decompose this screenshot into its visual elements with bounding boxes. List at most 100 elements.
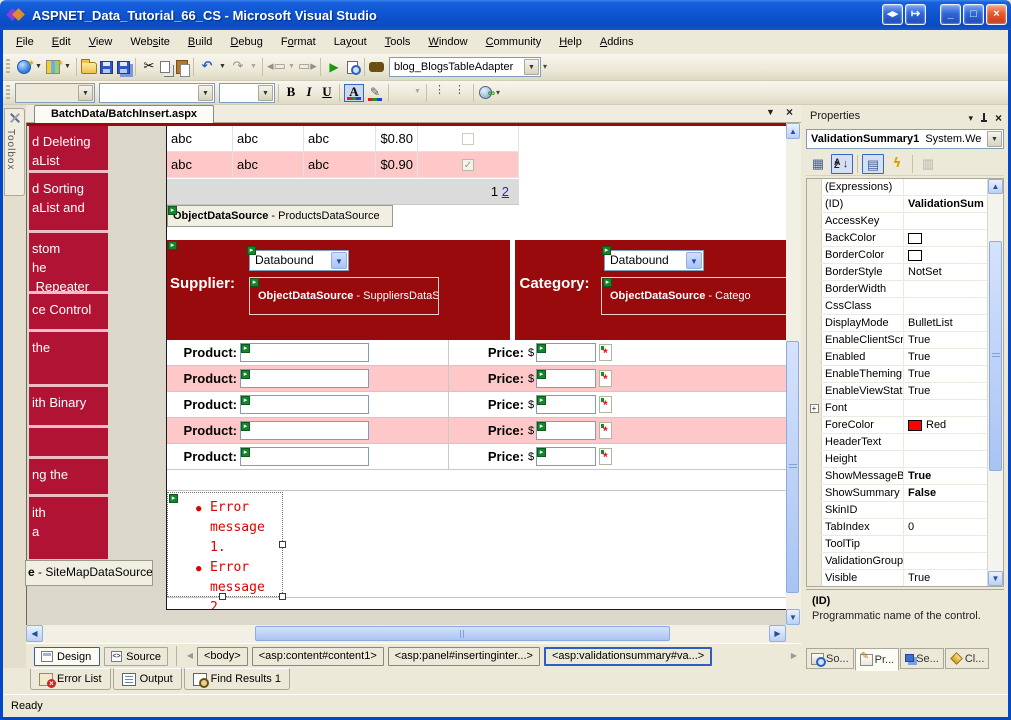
menu-item-debug[interactable]: Debug bbox=[221, 33, 271, 51]
toolbox-tab[interactable]: Toolbox bbox=[4, 108, 25, 196]
highlight-color-icon[interactable]: ✎ bbox=[366, 84, 384, 102]
scroll-down-icon[interactable]: ▼ bbox=[786, 609, 800, 625]
property-row[interactable]: + Font bbox=[807, 400, 1003, 417]
document-tab[interactable]: BatchData/BatchInsert.aspx bbox=[34, 105, 214, 123]
close-panel-icon[interactable]: × bbox=[995, 109, 1002, 127]
new-website-dropdown-icon[interactable]: ▼ bbox=[34, 59, 43, 76]
source-view-button[interactable]: <> Source bbox=[104, 647, 168, 666]
tag-navigator-item[interactable]: <asp:content#content1> bbox=[251, 647, 384, 666]
close-button[interactable]: × bbox=[986, 4, 1007, 25]
scrollbar-thumb[interactable] bbox=[255, 626, 670, 641]
italic-button[interactable]: I bbox=[301, 84, 317, 101]
property-grid[interactable]: (Expressions) (ID) ValidationSum AccessKey B… bbox=[806, 178, 1004, 587]
panel-tab-so[interactable]: So... bbox=[806, 648, 854, 669]
resize-handle[interactable] bbox=[219, 593, 226, 600]
products-datasource-control[interactable]: ObjectDataSource - ProductsDataSource bbox=[167, 205, 393, 227]
scroll-up-icon[interactable]: ▲ bbox=[786, 123, 800, 139]
smart-tag-icon[interactable]: ▸ bbox=[241, 396, 250, 405]
property-row[interactable]: Height bbox=[807, 451, 1003, 468]
resize-handle[interactable] bbox=[279, 593, 286, 600]
pager-page-link[interactable]: 2 bbox=[502, 184, 509, 199]
product-name-input[interactable]: ▸ bbox=[240, 421, 369, 440]
bold-button[interactable]: B bbox=[283, 84, 299, 101]
smart-tag-icon[interactable]: ▸ bbox=[168, 241, 177, 250]
menu-item-view[interactable]: View bbox=[80, 33, 122, 51]
undo-dropdown-icon[interactable]: ▼ bbox=[218, 59, 227, 76]
scroll-up-icon[interactable]: ▲ bbox=[988, 179, 1003, 194]
property-row[interactable]: EnableTheming True bbox=[807, 366, 1003, 383]
sidebar-nav-item[interactable]: d Deleting aList bbox=[29, 126, 108, 170]
scroll-right-icon[interactable]: ▶ bbox=[769, 625, 786, 642]
tag-navigator-item[interactable]: <asp:panel#insertinginter...> bbox=[387, 647, 540, 666]
property-row[interactable]: ShowSummary False bbox=[807, 485, 1003, 502]
scroll-down-icon[interactable]: ▼ bbox=[988, 571, 1003, 586]
smart-tag-icon[interactable]: ▸ bbox=[537, 344, 546, 353]
alphabetical-icon[interactable]: ↓ bbox=[831, 153, 853, 174]
scroll-left-icon[interactable]: ◀ bbox=[26, 625, 43, 642]
maximize-button[interactable]: □ bbox=[963, 4, 984, 25]
horizontal-scrollbar[interactable]: ◀ ▶ bbox=[26, 625, 786, 643]
tag-navigator-item[interactable]: <asp:validationsummary#va...> bbox=[543, 647, 713, 666]
redo-icon[interactable]: ↷ bbox=[229, 59, 247, 76]
resize-handle[interactable] bbox=[279, 541, 286, 548]
property-row[interactable]: ToolTip bbox=[807, 536, 1003, 553]
underline-button[interactable]: U bbox=[319, 84, 335, 101]
property-row[interactable]: ShowMessageBo True bbox=[807, 468, 1003, 485]
minimize-button[interactable]: _ bbox=[940, 4, 961, 25]
hyperlink-icon[interactable] bbox=[479, 86, 495, 102]
document-list-dropdown-icon[interactable]: ▼ bbox=[766, 107, 775, 117]
property-row[interactable]: DisplayMode BulletList bbox=[807, 315, 1003, 332]
property-row[interactable]: ForeColor Red bbox=[807, 417, 1003, 434]
sidebar-nav-item[interactable]: d Sorting aList and bbox=[29, 173, 108, 230]
property-row[interactable]: BorderColor bbox=[807, 247, 1003, 264]
menu-item-build[interactable]: Build bbox=[179, 33, 221, 51]
smart-tag-icon[interactable]: ▸ bbox=[241, 370, 250, 379]
smart-tag-icon[interactable]: ▸ bbox=[603, 278, 612, 287]
smart-tag-icon[interactable]: ▸ bbox=[247, 246, 256, 255]
cut-icon[interactable]: ✂ bbox=[140, 59, 158, 76]
smart-tag-icon[interactable]: ▸ bbox=[250, 278, 259, 287]
tool-tab-output[interactable]: Output bbox=[112, 668, 182, 690]
property-row[interactable]: TabIndex 0 bbox=[807, 519, 1003, 536]
menu-item-file[interactable]: File bbox=[7, 33, 43, 51]
menu-item-tools[interactable]: Tools bbox=[376, 33, 420, 51]
product-name-input[interactable]: ▸ bbox=[240, 369, 369, 388]
start-debug-icon[interactable]: ▶ bbox=[325, 59, 343, 76]
product-name-input[interactable]: ▸ bbox=[240, 447, 369, 466]
property-row[interactable]: BorderWidth bbox=[807, 281, 1003, 298]
smart-tag-icon[interactable]: ▸ bbox=[168, 206, 177, 215]
panel-tab-se[interactable]: Se... bbox=[900, 648, 944, 669]
toolbar-grip[interactable] bbox=[6, 84, 10, 101]
sidebar-nav-item[interactable]: ith Binary bbox=[29, 387, 108, 425]
smart-tag-icon[interactable]: ▸ bbox=[241, 448, 250, 457]
paste-icon[interactable] bbox=[176, 60, 190, 77]
smart-tag-icon[interactable]: ▸ bbox=[241, 344, 250, 353]
properties-panel-title[interactable]: Properties ▾ × bbox=[806, 107, 1004, 126]
window-position-icon[interactable]: ▾ bbox=[968, 109, 973, 127]
toolbar-overflow-icon[interactable]: ▾ bbox=[496, 86, 508, 100]
category-dropdown[interactable]: Databound ▼ bbox=[604, 250, 704, 271]
price-input[interactable]: ▸ bbox=[536, 421, 596, 440]
menu-item-window[interactable]: Window bbox=[419, 33, 476, 51]
panel-tab-cl[interactable]: Cl... bbox=[944, 648, 990, 669]
property-row[interactable]: (Expressions) bbox=[807, 179, 1003, 196]
copy-icon[interactable] bbox=[160, 60, 170, 73]
property-row[interactable]: Visible True bbox=[807, 570, 1003, 586]
smart-tag-icon[interactable]: ▸ bbox=[241, 422, 250, 431]
smart-tag-icon[interactable]: ▸ bbox=[537, 396, 546, 405]
smart-tag-icon[interactable]: ▸ bbox=[602, 246, 611, 255]
save-icon[interactable] bbox=[100, 60, 113, 74]
price-input[interactable]: ▸ bbox=[536, 343, 596, 362]
property-row[interactable]: ValidationGroup bbox=[807, 553, 1003, 570]
property-row[interactable]: BorderStyle NotSet bbox=[807, 264, 1003, 281]
scrollbar-thumb[interactable] bbox=[786, 341, 799, 593]
sidebar-nav-item[interactable] bbox=[29, 428, 108, 456]
dropdown-arrow-icon[interactable]: ▼ bbox=[331, 252, 347, 269]
toolbar-overflow-icon[interactable]: ▾ bbox=[543, 60, 555, 74]
design-view-button[interactable]: Design bbox=[34, 647, 100, 666]
adapter-combo[interactable]: blog_BlogsTableAdapter ▼ bbox=[389, 57, 541, 77]
menu-item-format[interactable]: Format bbox=[272, 33, 325, 51]
menu-item-help[interactable]: Help bbox=[550, 33, 591, 51]
menu-item-community[interactable]: Community bbox=[477, 33, 551, 51]
product-name-input[interactable]: ▸ bbox=[240, 395, 369, 414]
